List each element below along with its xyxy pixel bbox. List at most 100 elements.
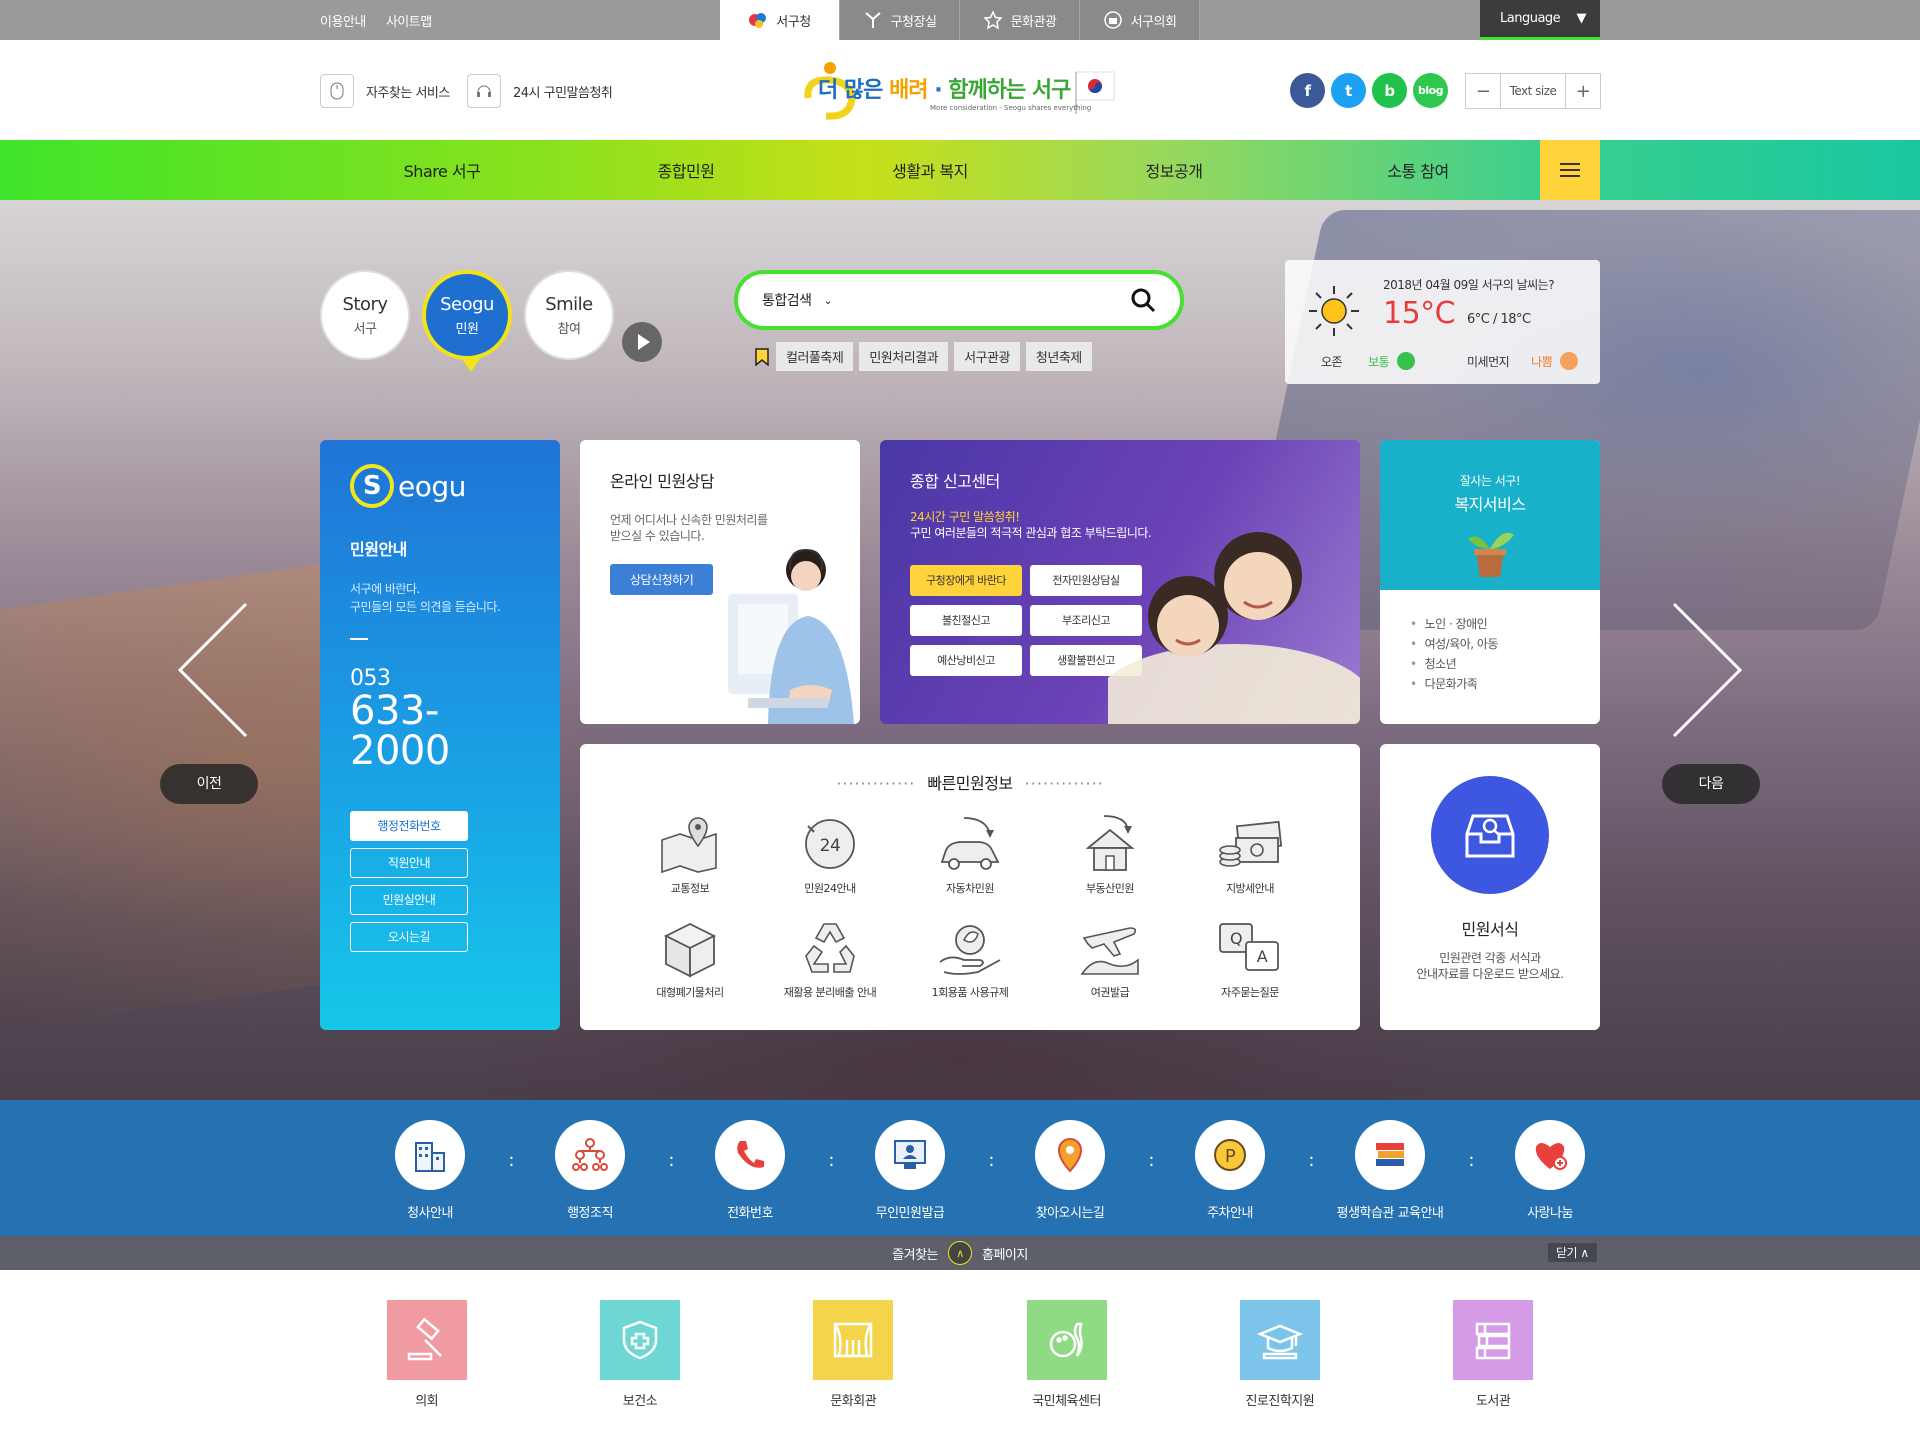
quick-item-traffic[interactable]: 교통정보 — [620, 812, 760, 896]
tab-title: Smile — [545, 293, 593, 315]
homepage-health-center[interactable]: 보건소 — [533, 1300, 746, 1409]
kiosk-icon — [875, 1120, 945, 1190]
tab-story[interactable]: Story 서구 — [320, 270, 410, 360]
service-parking[interactable]: P 주차안내 : — [1150, 1120, 1314, 1221]
prev-arrow-icon[interactable] — [176, 600, 256, 740]
quick-item-label: 대형폐기물처리 — [656, 986, 724, 999]
site-tab-seogu[interactable]: 서구청 — [720, 0, 840, 40]
forms-desc: 민원관련 각종 서식과 안내자료를 다운로드 받으세요. — [1380, 950, 1600, 982]
homepage-label: 의회 — [415, 1394, 439, 1409]
welfare-item[interactable]: 노인 · 장애인 — [1410, 614, 1570, 634]
text-size-control: − Text size + — [1465, 73, 1601, 109]
nav-life-welfare[interactable]: 생활과 복지 — [808, 140, 1052, 200]
quick-item-car[interactable]: 자동차민원 — [900, 812, 1040, 896]
quick-item-disposable[interactable]: 1회용품 사용규제 — [900, 916, 1040, 1000]
text-size-decrease-button[interactable]: − — [1466, 74, 1500, 108]
language-select[interactable]: Language ▼ — [1480, 0, 1600, 40]
chevron-up-icon[interactable]: ∧ — [948, 1241, 972, 1265]
quick-title-text: 빠른민원정보 — [927, 774, 1013, 793]
service-building-guide[interactable]: 청사안내 : — [350, 1120, 514, 1221]
homepage-label: 국민체육센터 — [1032, 1394, 1101, 1409]
prev-button[interactable]: 이전 — [160, 764, 258, 804]
tab-smile[interactable]: Smile 참여 — [524, 270, 614, 360]
civil-forms-card[interactable]: 민원서식 민원관련 각종 서식과 안내자료를 다운로드 받으세요. — [1380, 744, 1600, 1030]
welfare-card[interactable]: 잘사는 서구! 복지서비스 노인 · 장애인 여성/육아, 아동 청소년 다문화… — [1380, 440, 1600, 724]
unkindness-report-button[interactable]: 불친절신고 — [910, 605, 1022, 636]
service-love-sharing[interactable]: 사랑나눔 — [1470, 1120, 1630, 1221]
homepage-career-support[interactable]: 진로진학지원 — [1173, 1300, 1386, 1409]
facebook-icon[interactable]: f — [1290, 73, 1325, 108]
consult-apply-button[interactable]: 상담신청하기 — [610, 564, 714, 595]
site-logo[interactable]: 더 많은 배려 · 함께하는 서구 More consideration - S… — [800, 58, 1120, 124]
blog-icon[interactable]: blog — [1413, 73, 1448, 108]
popular-keywords: 컬러풀축제 민원처리결과 서구관광 청년축제 — [754, 342, 1092, 371]
quick-item-label: 민원24안내 — [804, 882, 856, 895]
staff-guide-button[interactable]: 직원안내 — [350, 848, 468, 878]
next-arrow-icon[interactable] — [1664, 600, 1744, 740]
welfare-item[interactable]: 다문화가족 — [1410, 674, 1570, 694]
site-tab-council[interactable]: 서구의회 — [1080, 0, 1200, 40]
citizen-voice-link[interactable]: 24시 구민말씀청취 — [467, 74, 613, 108]
service-phone[interactable]: 전화번호 : — [670, 1120, 834, 1221]
quick-item-passport[interactable]: 여권발급 — [1040, 916, 1180, 1000]
quick-item-localtax[interactable]: 지방세안내 — [1180, 812, 1320, 896]
welfare-item[interactable]: 청소년 — [1410, 654, 1570, 674]
service-kiosk[interactable]: 무인민원발급 : — [830, 1120, 994, 1221]
service-directions[interactable]: 찾아오시는길 : — [990, 1120, 1154, 1221]
nav-civil-service[interactable]: 종합민원 — [564, 140, 808, 200]
site-tab-mayor[interactable]: 구청장실 — [840, 0, 960, 40]
budget-waste-report-button[interactable]: 예산낭비신고 — [910, 645, 1022, 676]
site-tab-culture[interactable]: 문화관광 — [960, 0, 1080, 40]
quick-item-recycle[interactable]: 재활용 분리배출 안내 — [760, 916, 900, 1000]
directions-button[interactable]: 오시는길 — [350, 922, 468, 952]
logo-text-b: 배려 — [889, 78, 928, 103]
search-icon[interactable] — [1130, 287, 1156, 313]
homepage-library[interactable]: 도서관 — [1386, 1300, 1599, 1409]
service-lifelong-learning[interactable]: 평생학습관 교육안내 : — [1310, 1120, 1474, 1221]
quick-item-minwon24[interactable]: 24 민원24안내 — [760, 812, 900, 896]
nav-share-seogu[interactable]: Share 서구 — [320, 140, 564, 200]
twitter-icon[interactable]: t — [1331, 73, 1366, 108]
phone-icon — [715, 1120, 785, 1190]
play-icon[interactable] — [622, 322, 662, 362]
search-bar: 통합검색 ⌄ — [734, 270, 1184, 330]
chevron-down-icon: ⌄ — [823, 293, 833, 307]
mayor-request-button[interactable]: 구청장에게 바란다 — [910, 565, 1022, 596]
theater-icon — [813, 1300, 894, 1380]
keyword-tag[interactable]: 서구관광 — [954, 342, 1020, 371]
site-tab-label: 문화관광 — [1010, 14, 1057, 30]
seogu-logo: S eogu — [350, 464, 530, 508]
sitemap-link[interactable]: 사이트맵 — [386, 11, 432, 30]
homepage-council[interactable]: 의회 — [320, 1300, 533, 1409]
tab-sub: 민원 — [455, 321, 479, 337]
civil-office-button[interactable]: 민원실안내 — [350, 885, 468, 915]
nav-info-disclosure[interactable]: 정보공개 — [1052, 140, 1296, 200]
quick-item-realestate[interactable]: 부동산민원 — [1040, 812, 1180, 896]
favorite-services-link[interactable]: 자주찾는 서비스 — [320, 74, 450, 108]
service-label: 주차안내 — [1207, 1206, 1253, 1221]
text-size-increase-button[interactable]: + — [1566, 74, 1600, 108]
search-input[interactable] — [852, 292, 1130, 308]
usage-guide-link[interactable]: 이용안내 — [320, 11, 366, 30]
keyword-tag[interactable]: 민원처리결과 — [859, 342, 949, 371]
search-scope-select[interactable]: 통합검색 ⌄ — [762, 290, 852, 310]
quick-item-waste[interactable]: 대형폐기물처리 — [620, 916, 760, 1000]
band-icon[interactable]: b — [1372, 73, 1407, 108]
box-icon — [663, 922, 717, 978]
tab-seogu[interactable]: Seogu 민원 — [422, 270, 512, 372]
dust-label: 미세먼지 — [1467, 354, 1510, 369]
homepage-sports-center[interactable]: 국민체육센터 — [960, 1300, 1173, 1409]
next-button[interactable]: 다음 — [1662, 764, 1760, 804]
homepage-culture-hall[interactable]: 문화회관 — [747, 1300, 960, 1409]
all-menu-button[interactable] — [1540, 140, 1600, 200]
favbar-close-button[interactable]: 닫기 ∧ — [1548, 1243, 1597, 1262]
civil-guide-desc: 서구에 바란다. 구민들의 모든 의견을 듣습니다. — [350, 580, 530, 616]
service-org[interactable]: 행정조직 : — [510, 1120, 674, 1221]
quick-item-faq[interactable]: QA 자주묻는질문 — [1180, 916, 1320, 1000]
welfare-item[interactable]: 여성/육아, 아동 — [1410, 634, 1570, 654]
keyword-tag[interactable]: 컬러풀축제 — [776, 342, 854, 371]
admin-phone-button[interactable]: 행정전화번호 — [350, 811, 468, 841]
nav-communication[interactable]: 소통 참여 — [1296, 140, 1540, 200]
keyword-tag[interactable]: 청년축제 — [1025, 342, 1092, 371]
building-icon — [395, 1120, 465, 1190]
